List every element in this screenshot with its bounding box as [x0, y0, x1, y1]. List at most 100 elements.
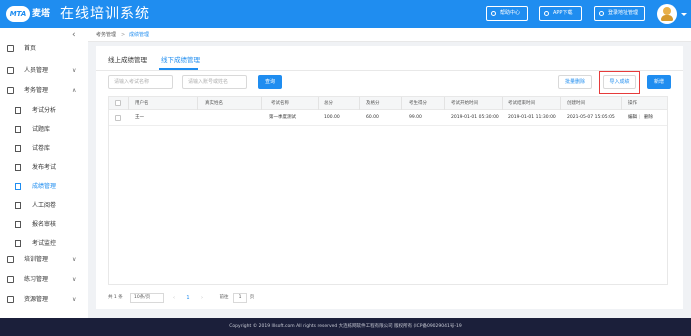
- chevron-up-icon: ∧: [72, 87, 77, 94]
- column-divider: [318, 97, 319, 110]
- column-divider: [197, 97, 198, 110]
- prev-page-icon[interactable]: ‹: [170, 293, 178, 303]
- logo-text: 麦塔: [32, 9, 51, 19]
- import-highlight-box: [599, 71, 640, 94]
- sidebar-item-practice[interactable]: 练习管理 ∨: [0, 271, 88, 288]
- delete-link[interactable]: 删除: [644, 110, 653, 126]
- tab-offline-scores[interactable]: 线下成绩管理: [161, 56, 200, 65]
- user-search-input[interactable]: 请输入账号或姓名: [182, 75, 247, 89]
- download-icon: [544, 11, 549, 16]
- publish-icon: [15, 164, 21, 171]
- top-header: MTA 麦塔 在线培训系统 帮助中心 APP下载 登录地址管理: [0, 0, 691, 28]
- sidebar-subitem-label: 人工阅卷: [32, 202, 57, 209]
- sidebar-subitem-label: 报名审核: [32, 221, 57, 228]
- column-header-username: 用户名: [135, 101, 149, 106]
- sidebar-item-exam-affairs[interactable]: 考务管理 ∧: [0, 82, 88, 99]
- sidebar-item-home[interactable]: 首页: [0, 40, 88, 57]
- training-icon: [7, 256, 14, 263]
- score-management-panel: 线上成绩管理 线下成绩管理 请输入考试名称 请输入账号或姓名 查询 批量删除 导…: [96, 46, 683, 309]
- sidebar-item-label: 练习管理: [24, 276, 49, 283]
- sidebar-item-users[interactable]: 人员管理 ∨: [0, 62, 88, 79]
- score-icon: [15, 183, 21, 190]
- breadcrumb-separator: >: [121, 32, 126, 38]
- column-header-end-time: 考试结束时间: [508, 101, 535, 106]
- goto-page-input[interactable]: 1: [233, 293, 247, 303]
- caret-down-icon[interactable]: [681, 13, 687, 16]
- chevron-down-icon: ∨: [72, 276, 77, 283]
- collapse-icon[interactable]: ‹: [72, 30, 76, 40]
- analysis-icon: [15, 107, 21, 114]
- select-all-checkbox[interactable]: [115, 100, 121, 106]
- column-divider: [128, 97, 129, 110]
- scores-table: 用户名 真实姓名 考试名称 总分 及格分 考生得分 考试开始时间 考试结束时间 …: [108, 96, 668, 285]
- exam-name-input[interactable]: 请输入考试名称: [108, 75, 173, 89]
- page-size-value: 10条/页: [134, 295, 151, 300]
- search-button[interactable]: 查询: [258, 75, 282, 89]
- sidebar-subitem-label: 成绩管理: [32, 183, 57, 190]
- column-header-total: 总分: [324, 101, 333, 106]
- exam-icon: [7, 87, 14, 94]
- page-size-select[interactable]: 10条/页: [130, 293, 164, 303]
- avatar-body: [661, 15, 673, 21]
- sidebar-item-label: 首页: [24, 45, 37, 52]
- goto-prefix: 前往: [219, 295, 229, 300]
- footer: Copyright © 2019 lllsoft.com All rights …: [0, 318, 691, 336]
- cell-exam-name: 第一季度测试: [269, 115, 296, 120]
- paper-bank-icon: [15, 145, 21, 152]
- column-divider: [560, 97, 561, 110]
- sidebar-subitem-signup-review[interactable]: 报名审核: [0, 215, 88, 234]
- sidebar: ‹ 首页 人员管理 ∨ 考务管理 ∧ 考试分析 试题库 试卷库 发布考试 成绩管…: [0, 28, 88, 318]
- app-download-label: APP下载: [553, 10, 573, 16]
- logo[interactable]: MTA 麦塔: [6, 6, 52, 22]
- login-address-button[interactable]: 登录地址管理: [594, 6, 645, 21]
- sidebar-item-label: 培训管理: [24, 256, 49, 263]
- help-center-button[interactable]: 帮助中心: [486, 6, 528, 21]
- logo-badge: MTA: [6, 6, 30, 22]
- column-divider: [261, 97, 262, 110]
- sidebar-subitem-question-bank[interactable]: 试题库: [0, 120, 88, 139]
- home-icon: [7, 45, 14, 52]
- current-page[interactable]: 1: [184, 293, 192, 303]
- sidebar-item-resources[interactable]: 资源管理 ∨: [0, 291, 88, 308]
- next-page-icon[interactable]: ›: [198, 293, 206, 303]
- sidebar-subitem-label: 发布考试: [32, 164, 57, 171]
- column-header-exam-name: 考试名称: [271, 101, 289, 106]
- sidebar-subitem-publish-exam[interactable]: 发布考试: [0, 158, 88, 177]
- total-count: 共 1 条: [108, 295, 123, 300]
- avatar[interactable]: [657, 4, 677, 24]
- help-center-label: 帮助中心: [500, 10, 521, 16]
- sidebar-item-training[interactable]: 培训管理 ∨: [0, 251, 88, 268]
- table-row: 王一 第一季度测试 100.00 60.00 99.00 2019-01-01 …: [109, 110, 667, 126]
- sidebar-subitem-exam-analysis[interactable]: 考试分析: [0, 101, 88, 120]
- cell-username: 王一: [135, 115, 144, 120]
- tab-online-scores[interactable]: 线上成绩管理: [108, 56, 147, 65]
- action-separator: |: [639, 115, 641, 120]
- breadcrumb-parent[interactable]: 考务管理: [96, 28, 116, 42]
- table-header: 用户名 真实姓名 考试名称 总分 及格分 考生得分 考试开始时间 考试结束时间 …: [109, 97, 667, 110]
- column-header-realname: 真实姓名: [205, 101, 223, 106]
- column-header-actions: 操作: [628, 101, 637, 106]
- sidebar-subitem-label: 试卷库: [32, 145, 51, 152]
- breadcrumb: 考务管理 > 成绩管理: [88, 28, 691, 42]
- row-checkbox[interactable]: [115, 115, 121, 121]
- cell-score: 99.00: [409, 115, 422, 120]
- batch-delete-button[interactable]: 批量删除: [558, 75, 592, 89]
- add-button[interactable]: 新增: [647, 75, 671, 89]
- sidebar-subitem-label: 试题库: [32, 126, 51, 133]
- sidebar-subitem-label: 考试分析: [32, 107, 57, 114]
- signup-icon: [15, 221, 21, 228]
- column-header-score: 考生得分: [409, 101, 427, 106]
- app-download-button[interactable]: APP下载: [539, 6, 582, 21]
- cell-created: 2021-05-07 15:05:05: [567, 115, 615, 120]
- column-header-pass: 及格分: [366, 101, 380, 106]
- sidebar-subitem-paper-bank[interactable]: 试卷库: [0, 139, 88, 158]
- chevron-down-icon: ∨: [72, 296, 77, 303]
- sidebar-subitem-manual-grading[interactable]: 人工阅卷: [0, 196, 88, 215]
- cell-total: 100.00: [324, 115, 340, 120]
- edit-link[interactable]: 编辑: [628, 110, 637, 126]
- goto-suffix: 页: [249, 295, 255, 300]
- sidebar-subitem-score-management[interactable]: 成绩管理: [0, 177, 88, 196]
- sidebar-item-label: 资源管理: [24, 296, 49, 303]
- column-divider: [621, 97, 622, 110]
- help-icon: [491, 11, 496, 16]
